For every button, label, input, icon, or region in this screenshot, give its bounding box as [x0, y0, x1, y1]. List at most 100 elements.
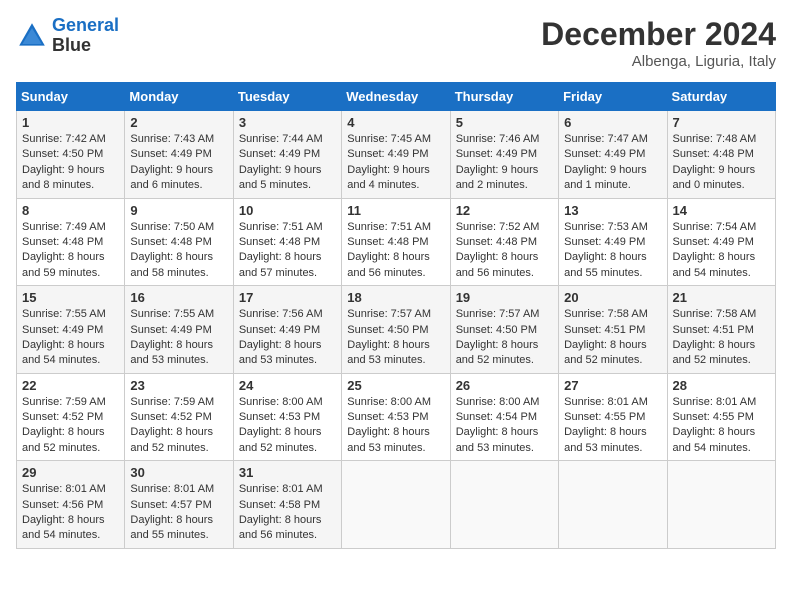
day-number: 24 [239, 378, 336, 393]
day-info: Sunrise: 7:45 AMSunset: 4:49 PMDaylight:… [347, 132, 444, 194]
calendar-cell: 23 Sunrise: 7:59 AMSunset: 4:52 PMDaylig… [125, 373, 233, 461]
day-info: Sunrise: 7:43 AMSunset: 4:49 PMDaylight:… [130, 132, 227, 194]
weekday-header-saturday: Saturday [667, 83, 775, 111]
day-number: 19 [456, 290, 553, 305]
location-subtitle: Albenga, Liguria, Italy [541, 53, 776, 70]
day-number: 20 [564, 290, 661, 305]
day-number: 2 [130, 115, 227, 130]
day-number: 11 [347, 203, 444, 218]
day-info: Sunrise: 8:01 AMSunset: 4:55 PMDaylight:… [564, 395, 661, 457]
day-info: Sunrise: 8:00 AMSunset: 4:54 PMDaylight:… [456, 395, 553, 457]
weekday-header-sunday: Sunday [17, 83, 125, 111]
logo: GeneralBlue [16, 16, 119, 56]
day-info: Sunrise: 7:53 AMSunset: 4:49 PMDaylight:… [564, 220, 661, 282]
day-number: 18 [347, 290, 444, 305]
calendar-cell: 4 Sunrise: 7:45 AMSunset: 4:49 PMDayligh… [342, 111, 450, 199]
calendar-cell [342, 461, 450, 549]
calendar-cell [667, 461, 775, 549]
day-info: Sunrise: 8:01 AMSunset: 4:55 PMDaylight:… [673, 395, 770, 457]
day-number: 14 [673, 203, 770, 218]
day-number: 5 [456, 115, 553, 130]
calendar-cell: 10 Sunrise: 7:51 AMSunset: 4:48 PMDaylig… [233, 198, 341, 286]
calendar-cell: 8 Sunrise: 7:49 AMSunset: 4:48 PMDayligh… [17, 198, 125, 286]
day-number: 23 [130, 378, 227, 393]
calendar-cell: 5 Sunrise: 7:46 AMSunset: 4:49 PMDayligh… [450, 111, 558, 199]
calendar-cell: 24 Sunrise: 8:00 AMSunset: 4:53 PMDaylig… [233, 373, 341, 461]
day-info: Sunrise: 7:55 AMSunset: 4:49 PMDaylight:… [130, 307, 227, 369]
calendar-cell: 29 Sunrise: 8:01 AMSunset: 4:56 PMDaylig… [17, 461, 125, 549]
weekday-header-wednesday: Wednesday [342, 83, 450, 111]
day-number: 12 [456, 203, 553, 218]
day-info: Sunrise: 7:51 AMSunset: 4:48 PMDaylight:… [347, 220, 444, 282]
day-number: 9 [130, 203, 227, 218]
calendar-cell: 6 Sunrise: 7:47 AMSunset: 4:49 PMDayligh… [559, 111, 667, 199]
title-block: December 2024 Albenga, Liguria, Italy [541, 16, 776, 70]
calendar-cell: 26 Sunrise: 8:00 AMSunset: 4:54 PMDaylig… [450, 373, 558, 461]
logo-icon [16, 20, 48, 52]
calendar-cell: 28 Sunrise: 8:01 AMSunset: 4:55 PMDaylig… [667, 373, 775, 461]
day-number: 29 [22, 465, 119, 480]
day-info: Sunrise: 7:49 AMSunset: 4:48 PMDaylight:… [22, 220, 119, 282]
day-info: Sunrise: 7:46 AMSunset: 4:49 PMDaylight:… [456, 132, 553, 194]
day-info: Sunrise: 8:01 AMSunset: 4:58 PMDaylight:… [239, 482, 336, 544]
calendar-cell: 18 Sunrise: 7:57 AMSunset: 4:50 PMDaylig… [342, 286, 450, 374]
day-info: Sunrise: 7:42 AMSunset: 4:50 PMDaylight:… [22, 132, 119, 194]
calendar-table: SundayMondayTuesdayWednesdayThursdayFrid… [16, 82, 776, 549]
day-number: 8 [22, 203, 119, 218]
day-info: Sunrise: 7:55 AMSunset: 4:49 PMDaylight:… [22, 307, 119, 369]
calendar-cell: 11 Sunrise: 7:51 AMSunset: 4:48 PMDaylig… [342, 198, 450, 286]
month-title: December 2024 [541, 16, 776, 53]
weekday-header-friday: Friday [559, 83, 667, 111]
weekday-header-thursday: Thursday [450, 83, 558, 111]
day-info: Sunrise: 7:58 AMSunset: 4:51 PMDaylight:… [564, 307, 661, 369]
calendar-cell: 13 Sunrise: 7:53 AMSunset: 4:49 PMDaylig… [559, 198, 667, 286]
day-number: 22 [22, 378, 119, 393]
calendar-cell: 30 Sunrise: 8:01 AMSunset: 4:57 PMDaylig… [125, 461, 233, 549]
day-number: 13 [564, 203, 661, 218]
weekday-header-tuesday: Tuesday [233, 83, 341, 111]
calendar-cell: 14 Sunrise: 7:54 AMSunset: 4:49 PMDaylig… [667, 198, 775, 286]
day-number: 17 [239, 290, 336, 305]
day-number: 25 [347, 378, 444, 393]
day-number: 26 [456, 378, 553, 393]
day-number: 21 [673, 290, 770, 305]
day-info: Sunrise: 7:58 AMSunset: 4:51 PMDaylight:… [673, 307, 770, 369]
logo-text: GeneralBlue [52, 16, 119, 56]
calendar-week-row: 1 Sunrise: 7:42 AMSunset: 4:50 PMDayligh… [17, 111, 776, 199]
calendar-cell: 7 Sunrise: 7:48 AMSunset: 4:48 PMDayligh… [667, 111, 775, 199]
day-number: 27 [564, 378, 661, 393]
day-info: Sunrise: 7:59 AMSunset: 4:52 PMDaylight:… [130, 395, 227, 457]
day-info: Sunrise: 8:00 AMSunset: 4:53 PMDaylight:… [347, 395, 444, 457]
day-info: Sunrise: 7:54 AMSunset: 4:49 PMDaylight:… [673, 220, 770, 282]
calendar-week-row: 8 Sunrise: 7:49 AMSunset: 4:48 PMDayligh… [17, 198, 776, 286]
calendar-week-row: 15 Sunrise: 7:55 AMSunset: 4:49 PMDaylig… [17, 286, 776, 374]
page-header: GeneralBlue December 2024 Albenga, Ligur… [16, 16, 776, 70]
calendar-cell: 1 Sunrise: 7:42 AMSunset: 4:50 PMDayligh… [17, 111, 125, 199]
day-info: Sunrise: 7:59 AMSunset: 4:52 PMDaylight:… [22, 395, 119, 457]
day-info: Sunrise: 7:48 AMSunset: 4:48 PMDaylight:… [673, 132, 770, 194]
calendar-cell: 19 Sunrise: 7:57 AMSunset: 4:50 PMDaylig… [450, 286, 558, 374]
calendar-cell [450, 461, 558, 549]
day-number: 4 [347, 115, 444, 130]
day-number: 28 [673, 378, 770, 393]
calendar-cell: 27 Sunrise: 8:01 AMSunset: 4:55 PMDaylig… [559, 373, 667, 461]
calendar-cell: 31 Sunrise: 8:01 AMSunset: 4:58 PMDaylig… [233, 461, 341, 549]
day-info: Sunrise: 8:01 AMSunset: 4:56 PMDaylight:… [22, 482, 119, 544]
calendar-cell: 16 Sunrise: 7:55 AMSunset: 4:49 PMDaylig… [125, 286, 233, 374]
day-info: Sunrise: 7:57 AMSunset: 4:50 PMDaylight:… [456, 307, 553, 369]
calendar-cell: 17 Sunrise: 7:56 AMSunset: 4:49 PMDaylig… [233, 286, 341, 374]
day-number: 16 [130, 290, 227, 305]
calendar-cell: 20 Sunrise: 7:58 AMSunset: 4:51 PMDaylig… [559, 286, 667, 374]
day-info: Sunrise: 7:51 AMSunset: 4:48 PMDaylight:… [239, 220, 336, 282]
day-number: 7 [673, 115, 770, 130]
weekday-header-row: SundayMondayTuesdayWednesdayThursdayFrid… [17, 83, 776, 111]
day-number: 30 [130, 465, 227, 480]
day-number: 6 [564, 115, 661, 130]
day-info: Sunrise: 7:47 AMSunset: 4:49 PMDaylight:… [564, 132, 661, 194]
day-info: Sunrise: 7:50 AMSunset: 4:48 PMDaylight:… [130, 220, 227, 282]
day-info: Sunrise: 7:57 AMSunset: 4:50 PMDaylight:… [347, 307, 444, 369]
day-info: Sunrise: 8:00 AMSunset: 4:53 PMDaylight:… [239, 395, 336, 457]
calendar-cell: 22 Sunrise: 7:59 AMSunset: 4:52 PMDaylig… [17, 373, 125, 461]
day-number: 3 [239, 115, 336, 130]
calendar-cell: 9 Sunrise: 7:50 AMSunset: 4:48 PMDayligh… [125, 198, 233, 286]
